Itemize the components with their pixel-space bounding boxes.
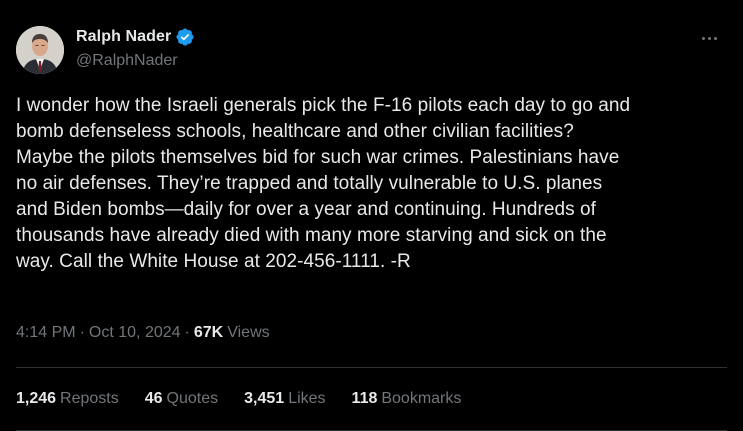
likes-label: Likes (288, 390, 326, 407)
tweet-detail: Ralph Nader @RalphNader I wonder how the… (0, 0, 743, 431)
quotes-stat[interactable]: 46 Quotes (145, 390, 218, 408)
avatar-portrait-icon (16, 26, 64, 74)
bookmarks-label: Bookmarks (381, 390, 462, 407)
tweet-time[interactable]: 4:14 PM (16, 324, 76, 342)
tweet-meta: 4:14 PM · Oct 10, 2024 · 67K Views (16, 324, 270, 342)
meta-separator: · (184, 324, 190, 341)
quotes-label: Quotes (166, 390, 219, 407)
bookmarks-count: 118 (351, 390, 378, 407)
reposts-label: Reposts (60, 390, 119, 407)
reposts-count: 1,246 (16, 390, 57, 407)
bookmarks-stat[interactable]: 118 Bookmarks (352, 390, 462, 408)
author-display-name[interactable]: Ralph Nader (76, 28, 171, 46)
verified-badge-icon[interactable] (175, 27, 195, 47)
meta-separator: · (79, 324, 85, 341)
views-count: 67K (193, 324, 224, 341)
views-label: Views (227, 324, 270, 341)
likes-stat[interactable]: 3,451 Likes (244, 390, 325, 408)
likes-count: 3,451 (244, 390, 285, 407)
engagement-stats: 1,246 Reposts 46 Quotes 3,451 Likes 118 … (16, 390, 487, 408)
tweet-header: Ralph Nader @RalphNader (16, 24, 727, 76)
author-handle[interactable]: @RalphNader (76, 52, 178, 70)
quotes-count: 46 (144, 390, 163, 407)
reposts-stat[interactable]: 1,246 Reposts (16, 390, 119, 408)
more-options-icon[interactable] (695, 26, 723, 50)
author-name-row[interactable]: Ralph Nader (76, 27, 195, 47)
tweet-date[interactable]: Oct 10, 2024 (89, 324, 181, 342)
divider (16, 367, 727, 368)
tweet-text: I wonder how the Israeli generals pick t… (16, 95, 631, 272)
avatar[interactable] (16, 26, 64, 74)
